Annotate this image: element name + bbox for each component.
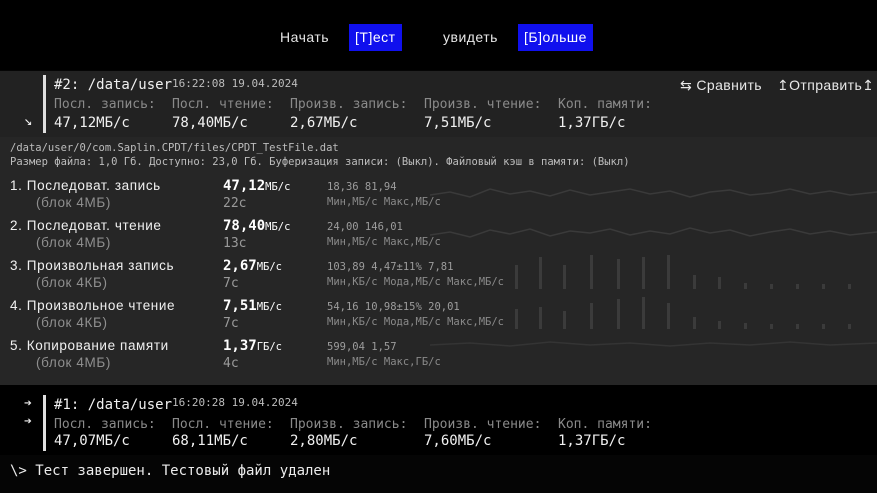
metric-value: 47,12МБ/с [54, 115, 130, 131]
test-stats: 103,89 4,47±11% 7,81 [327, 261, 454, 273]
result-run-2[interactable]: ↘ #2: /data/user 16:22:08 19.04.2024 ⇆ С… [0, 71, 877, 137]
test-block: (блок 4КБ) [36, 275, 108, 290]
metric-value: 1,37ГБ/с [558, 115, 626, 131]
test-stats-labels: Мин,КБ/с Мода,МБ/с Макс,МБ/с [327, 276, 505, 288]
test-block: (блок 4МБ) [36, 355, 111, 370]
menu-view[interactable]: увидеть [443, 24, 498, 51]
collapse-icon[interactable]: ↘ [24, 113, 32, 129]
result-divider [43, 75, 46, 133]
top-menu: Начать [Т]ест увидеть [Б]ольше [0, 0, 877, 70]
file-path: /data/user/0/com.Saplin.CPDT/files/CPDT_… [10, 142, 339, 154]
metric-value: 78,40МБ/с [172, 115, 248, 131]
result-run-1[interactable]: ➔ ➔ #1: /data/user 16:20:28 19.04.2024 П… [0, 385, 877, 455]
file-info: Размер файла: 1,0 Гб. Доступно: 23,0 Гб.… [10, 156, 630, 168]
test-duration: 22с [223, 196, 247, 211]
result-details: /data/user/0/com.Saplin.CPDT/files/CPDT_… [0, 137, 877, 385]
test-name: 5. Копирование памяти [10, 338, 169, 353]
test-name: 2. Последоват. чтение [10, 218, 162, 233]
test-stats: 18,36 81,94 [327, 181, 397, 193]
test-value: 2,67МБ/с [223, 258, 283, 274]
arrow-icon[interactable]: ➔ [24, 414, 32, 429]
test-stats-labels: Мин,КБ/с Мода,МБ/с Макс,МБ/с [327, 316, 505, 328]
status-line: \> Тест завершен. Тестовый файл удален [10, 463, 331, 479]
test-block: (блок 4МБ) [36, 195, 111, 210]
metric-value: 47,07МБ/с [54, 433, 130, 449]
result-time: 16:22:08 19.04.2024 [172, 77, 298, 90]
test-value: 7,51МБ/с [223, 298, 283, 314]
test-stats: 599,04 1,57 [327, 341, 397, 353]
test-stats-labels: Мин,МБ/с Макс,МБ/с [327, 236, 441, 248]
test-stats-labels: Мин,МБ/с Макс,ГБ/с [327, 356, 441, 368]
result-title: #2: /data/user [54, 77, 173, 93]
test-duration: 7с [223, 276, 239, 291]
menu-test[interactable]: [Т]ест [349, 24, 402, 51]
metric-label: Посл. запись: [54, 417, 156, 432]
seq-read-trace [429, 227, 877, 238]
mem-copy-trace [429, 341, 877, 347]
metric-label: Коп. памяти: [558, 97, 652, 112]
test-block: (блок 4КБ) [36, 315, 108, 330]
test-value: 1,37ГБ/с [223, 338, 283, 354]
test-name: 4. Произвольное чтение [10, 298, 176, 313]
compare-button[interactable]: ⇆ Сравнить [680, 77, 762, 94]
metric-value: 1,37ГБ/с [558, 433, 626, 449]
result-divider [43, 395, 46, 451]
test-name: 1. Последоват. запись [10, 178, 161, 193]
metric-value: 7,60МБ/с [424, 433, 492, 449]
test-stats-labels: Мин,МБ/с Макс,МБ/с [327, 196, 441, 208]
test-duration: 7с [223, 316, 239, 331]
test-value: 78,40МБ/с [223, 218, 291, 234]
metric-label: Произв. чтение: [424, 97, 542, 112]
test-value: 47,12МБ/с [223, 178, 291, 194]
metric-label: Посл. чтение: [172, 97, 274, 112]
metric-label: Произв. запись: [290, 417, 408, 432]
send-button[interactable]: ↥Отправить↥ [777, 77, 874, 94]
metric-label: Посл. запись: [54, 97, 156, 112]
metric-value: 7,51МБ/с [424, 115, 492, 131]
metric-value: 2,67МБ/с [290, 115, 358, 131]
seq-write-trace [429, 188, 877, 198]
metric-value: 2,80МБ/с [290, 433, 358, 449]
random-read-bars [515, 297, 851, 329]
metric-label: Произв. запись: [290, 97, 408, 112]
random-write-bars [515, 255, 851, 289]
metric-label: Посл. чтение: [172, 417, 274, 432]
test-stats: 24,00 146,01 [327, 221, 403, 233]
arrow-icon[interactable]: ➔ [24, 396, 32, 411]
test-duration: 4с [223, 356, 239, 371]
metric-label: Произв. чтение: [424, 417, 542, 432]
test-name: 3. Произвольная запись [10, 258, 175, 273]
menu-start[interactable]: Начать [280, 24, 329, 51]
test-stats: 54,16 10,98±15% 20,01 [327, 301, 460, 313]
result-title: #1: /data/user [54, 397, 173, 413]
result-time: 16:20:28 19.04.2024 [172, 396, 298, 409]
menu-more[interactable]: [Б]ольше [518, 24, 593, 51]
test-duration: 13с [223, 236, 247, 251]
metric-value: 68,11МБ/с [172, 433, 248, 449]
metric-label: Коп. памяти: [558, 417, 652, 432]
test-block: (блок 4МБ) [36, 235, 111, 250]
